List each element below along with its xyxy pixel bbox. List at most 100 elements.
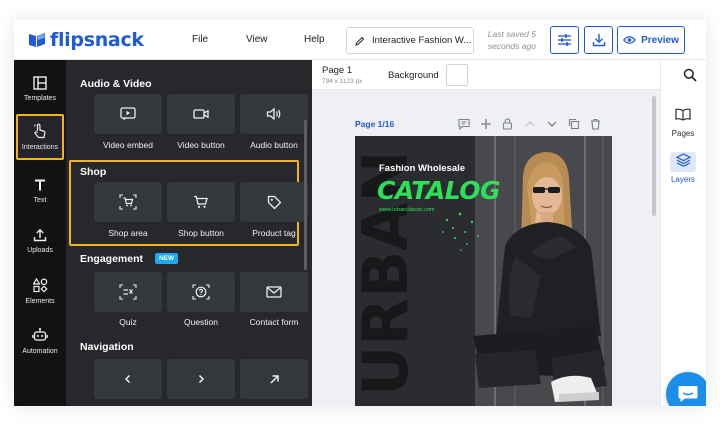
text-icon [35,179,45,191]
video-embed-icon [120,107,136,121]
last-saved-status: Last saved 5 seconds ago [486,28,536,52]
move-page-down-button[interactable] [544,116,559,131]
last-saved-line2: seconds ago [487,41,536,51]
envelope-icon [266,286,282,298]
top-header: flipsnack File View Help Interactive Fas… [14,20,706,60]
flipsnack-editor: flipsnack File View Help Interactive Fas… [14,20,706,406]
question-tile[interactable] [167,272,235,312]
tab-layers-label: Layers [670,175,695,184]
quiz-tile[interactable] [94,272,162,312]
duplicate-icon [568,118,579,129]
search-button[interactable] [683,68,697,87]
arrow-up-right-icon [269,374,279,384]
pointer-hand-icon [34,123,46,139]
canvas-scrollbar[interactable] [652,96,656,216]
duplicate-page-button[interactable] [566,116,581,131]
menu-file[interactable]: File [192,34,208,45]
robot-icon [32,327,48,341]
rail-templates[interactable]: Templates [16,66,64,112]
chevron-right-icon [198,374,205,384]
nav-previous-tile[interactable] [94,359,162,399]
rail-text[interactable]: Text [16,168,64,214]
quiz-icon [119,284,137,300]
flipsnack-logo-icon [29,33,45,47]
rail-templates-label: Templates [24,95,56,102]
video-embed-tile[interactable] [94,94,162,134]
delete-page-button[interactable] [588,116,603,131]
tab-pages[interactable]: Pages [664,102,702,142]
plus-icon [480,118,491,129]
add-page-button[interactable] [478,116,493,131]
menu-help[interactable]: Help [304,34,325,45]
video-camera-icon [193,109,209,119]
panel-scrollbar[interactable] [304,120,307,270]
layers-icon-wrap [670,152,696,172]
lock-page-button[interactable] [500,116,515,131]
search-icon [683,68,697,82]
pages-icon-wrap [670,106,696,126]
rail-text-label: Text [33,197,47,204]
interactions-panel: Audio & Video Video embed Video button A… [66,60,312,406]
settings-button[interactable] [550,26,579,54]
section-shop-title: Shop [80,166,107,178]
download-icon [592,34,605,47]
chevron-up-icon [525,120,534,126]
menu-view[interactable]: View [246,34,268,45]
chevron-down-icon [547,121,556,127]
download-button[interactable] [584,26,613,54]
section-navigation-title: Navigation [80,341,134,353]
page-size: 794 x 1123 px [322,78,363,85]
chevron-left-icon [124,374,131,384]
editor-canvas: Page 1 794 x 1123 px Background Page 1/1… [312,60,706,406]
background-color-swatch[interactable] [446,64,468,86]
product-tag-tile[interactable] [240,182,308,222]
comment-icon [457,118,470,130]
last-saved-line1: Last saved 5 [487,29,536,39]
eye-icon [623,36,637,44]
background-label: Background [388,70,439,81]
catalog-page[interactable]: URBAN Fashion Wholesale CATALOG www.urba… [355,136,612,406]
layers-icon [675,153,691,167]
comment-button[interactable] [456,116,471,131]
book-icon [675,108,691,121]
question-icon [192,284,210,300]
preview-button[interactable]: Preview [617,26,685,54]
rail-interactions[interactable]: Interactions [16,114,64,160]
rail-elements-label: Elements [25,297,55,305]
move-page-up-button[interactable] [522,116,537,131]
rail-interactions-label: Interactions [21,144,59,151]
flipsnack-logo[interactable]: flipsnack [28,29,144,51]
document-title-field[interactable]: Interactive Fashion W... [346,27,474,54]
chat-support-button[interactable] [666,372,706,406]
audio-button-tile[interactable] [240,94,308,134]
catalog-url: www.urbanclassic.com [379,207,435,213]
page-indicator: Page 1/16 [355,119,395,129]
tag-icon [267,195,281,209]
page-toolbar [456,116,603,131]
catalog-subtitle: Fashion Wholesale [379,163,466,174]
tab-layers[interactable]: Layers [664,148,702,188]
brand-name: flipsnack [50,29,144,51]
shopping-cart-icon [194,195,208,208]
catalog-title: CATALOG [377,176,501,205]
right-panel: Pages Layers [660,60,706,406]
sliders-icon [558,34,571,46]
left-tool-rail: Templates Interactions Text Uploads Elem… [14,60,66,406]
rail-uploads[interactable]: Uploads [16,218,64,264]
rail-elements[interactable]: Elements [16,268,64,314]
page-name: Page 1 [322,65,353,76]
rail-uploads-label: Uploads [27,247,53,254]
lock-icon [502,117,513,130]
video-button-tile[interactable] [167,94,235,134]
preview-label: Preview [641,34,679,46]
new-badge: NEW [155,253,179,264]
shop-area-tile[interactable] [94,182,162,222]
contact-form-tile[interactable] [240,272,308,312]
templates-icon [33,76,47,90]
trash-icon [591,118,600,130]
nav-next-tile[interactable] [167,359,235,399]
nav-link-tile[interactable] [240,359,308,399]
rail-automation[interactable]: Automation [16,318,64,364]
shop-button-tile[interactable] [167,182,235,222]
rail-automation-label: Automation [22,348,58,355]
